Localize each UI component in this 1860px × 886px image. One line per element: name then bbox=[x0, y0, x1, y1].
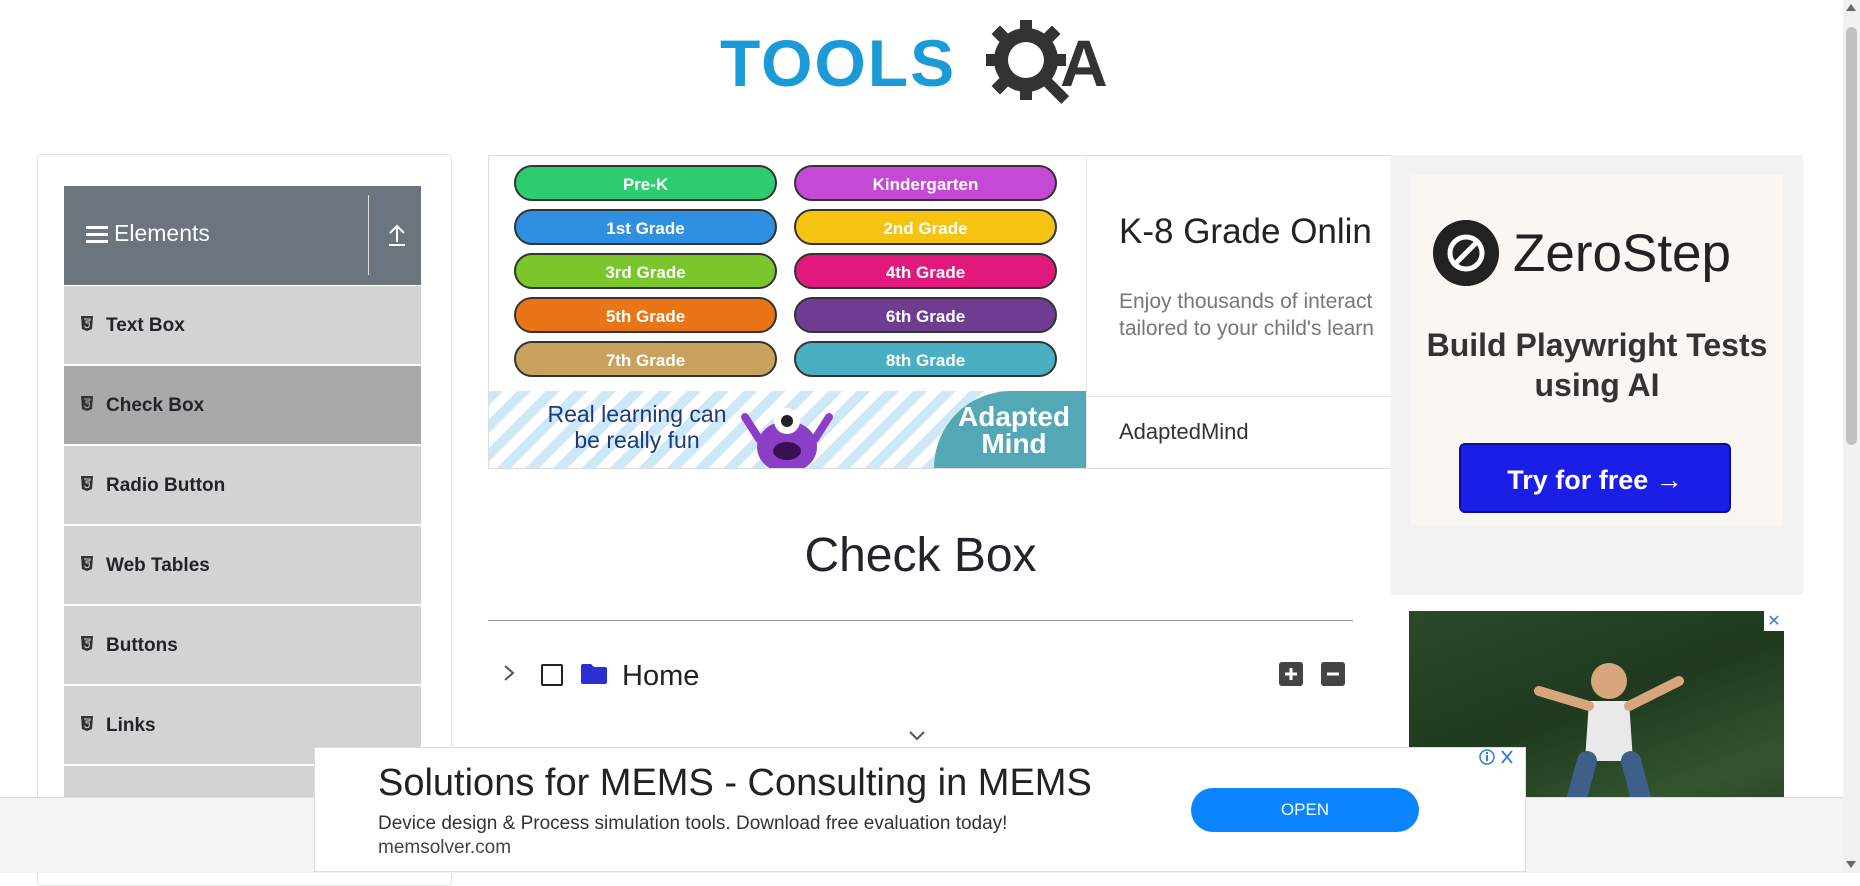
ad-description: Device design & Process simulation tools… bbox=[378, 813, 1008, 834]
adaptedmind-ad[interactable]: Pre-K Kindergarten 1st Grade 2nd Grade 3… bbox=[488, 155, 1392, 469]
sidebar-item-label: Links bbox=[106, 715, 156, 736]
group-title: Elements bbox=[114, 220, 210, 246]
monster-mascot-icon bbox=[741, 408, 833, 468]
adaptedmind-brand: Adapted Mind bbox=[934, 391, 1086, 468]
tree-node-label[interactable]: Home bbox=[622, 660, 699, 693]
sidebar-item-radio-button[interactable]: Radio Button bbox=[64, 446, 421, 526]
sidebar-item-label: Check Box bbox=[106, 395, 205, 416]
grade-button[interactable]: Kindergarten bbox=[794, 165, 1057, 201]
sidebar-item-check-box[interactable]: Check Box bbox=[64, 366, 421, 446]
chevron-down-icon[interactable] bbox=[908, 728, 926, 742]
logo-text-a: A bbox=[1060, 26, 1108, 100]
grade-button[interactable]: 6th Grade bbox=[794, 297, 1057, 333]
html5-icon bbox=[81, 716, 93, 731]
sidebar-item-web-tables[interactable]: Web Tables bbox=[64, 526, 421, 606]
ad-close-button[interactable]: ✕ bbox=[1764, 611, 1784, 631]
zerostep-brand: ZeroStep bbox=[1513, 224, 1732, 283]
grade-button[interactable]: 8th Grade bbox=[794, 341, 1057, 377]
chevron-right-icon[interactable] bbox=[502, 662, 516, 684]
ad-banner[interactable]: Real learning can be really fun Adapted … bbox=[489, 391, 1086, 468]
html5-icon bbox=[81, 556, 93, 571]
hamburger-icon bbox=[86, 226, 108, 244]
html5-icon bbox=[81, 636, 93, 651]
checkbox-tree: Home bbox=[488, 650, 1353, 700]
ad-body-line: Enjoy thousands of interact bbox=[1119, 290, 1373, 313]
grade-button[interactable]: Pre-K bbox=[514, 165, 777, 201]
expand-all-icon[interactable] bbox=[1279, 662, 1303, 686]
scroll-thumb[interactable] bbox=[1846, 27, 1857, 445]
grade-button[interactable]: 4th Grade bbox=[794, 253, 1057, 289]
open-button[interactable]: OPEN bbox=[1191, 788, 1419, 832]
ad-slogan: Real learning can be really fun bbox=[547, 401, 727, 453]
html5-icon bbox=[81, 316, 93, 331]
sidebar-item-label: Radio Button bbox=[106, 475, 226, 496]
html5-icon bbox=[81, 396, 93, 411]
folder-icon bbox=[581, 664, 607, 684]
sidebar-item-text-box[interactable]: Text Box bbox=[64, 286, 421, 366]
ad-headline: K-8 Grade Onlin bbox=[1119, 212, 1372, 251]
page-scrollbar[interactable] bbox=[1843, 0, 1860, 872]
ad-body: Enjoy thousands of interact tailored to … bbox=[1119, 288, 1392, 342]
ad-body-line: tailored to your child's learn bbox=[1119, 317, 1374, 340]
ad-choices-icon[interactable] bbox=[1477, 748, 1517, 766]
toolsqa-logo[interactable]: TOOLS A bbox=[720, 18, 1125, 113]
sidebar-item-label: Text Box bbox=[106, 315, 185, 336]
collapse-all-icon[interactable] bbox=[1321, 662, 1345, 686]
divider bbox=[1087, 396, 1392, 397]
ad-source: AdaptedMind bbox=[1119, 419, 1249, 444]
scroll-down-arrow-icon[interactable] bbox=[1846, 861, 1856, 868]
grade-button[interactable]: 1st Grade bbox=[514, 209, 777, 245]
grade-button[interactable]: 2nd Grade bbox=[794, 209, 1057, 245]
scroll-up-arrow-icon[interactable] bbox=[1846, 4, 1856, 11]
try-for-free-button[interactable]: Try for free → bbox=[1459, 443, 1731, 513]
ad-headline: Solutions for MEMS - Consulting in MEMS bbox=[378, 762, 1092, 804]
ad-tagline: Build Playwright Tests using AI bbox=[1426, 327, 1768, 403]
mems-ad[interactable]: Solutions for MEMS - Consulting in MEMS … bbox=[314, 747, 1526, 872]
sidebar-item-buttons[interactable]: Buttons bbox=[64, 606, 421, 686]
divider bbox=[488, 620, 1353, 621]
home-checkbox[interactable] bbox=[541, 664, 563, 686]
divider bbox=[368, 195, 369, 275]
grade-button[interactable]: 5th Grade bbox=[514, 297, 777, 333]
html5-icon bbox=[81, 476, 93, 491]
sidebar-item-label: Web Tables bbox=[106, 555, 210, 576]
sidebar-item-label: Buttons bbox=[106, 635, 178, 656]
ad-text[interactable]: K-8 Grade Onlin Enjoy thousands of inter… bbox=[1086, 156, 1392, 468]
zerostep-ad[interactable]: ZeroStep Build Playwright Tests using AI… bbox=[1391, 155, 1803, 595]
grade-button[interactable]: 3rd Grade bbox=[514, 253, 777, 289]
grade-button[interactable]: 7th Grade bbox=[514, 341, 777, 377]
zerostep-logo-icon bbox=[1433, 220, 1499, 286]
elements-group-header[interactable]: Elements bbox=[64, 186, 421, 285]
collapse-icon[interactable] bbox=[382, 220, 412, 250]
ad-url: memsolver.com bbox=[378, 837, 512, 858]
logo-text: TOOLS bbox=[720, 26, 957, 100]
page-title: Check Box bbox=[804, 529, 1037, 582]
